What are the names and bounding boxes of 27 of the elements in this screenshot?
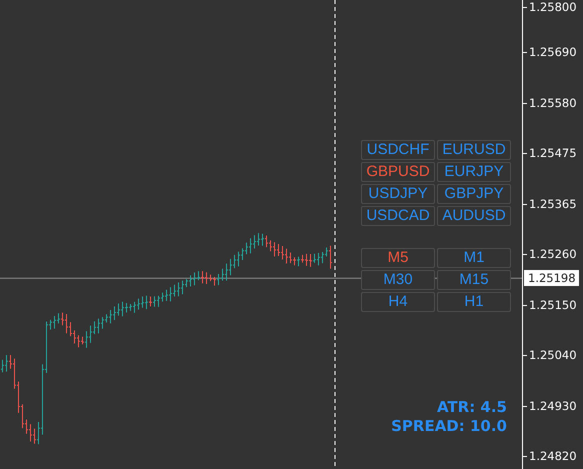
price-label: 1.25150 (529, 296, 577, 312)
price-label: 1.25690 (529, 44, 577, 60)
symbol-button[interactable]: AUDUSD (437, 206, 511, 226)
symbol-button[interactable]: GBPJPY (437, 184, 511, 204)
price-label: 1.25365 (529, 196, 577, 212)
current-price-tag: 1.25198 (524, 270, 579, 286)
price-label: 1.25475 (529, 145, 577, 161)
timeframe-button[interactable]: H4 (361, 292, 435, 312)
price-label: 1.25800 (529, 0, 577, 15)
timeframe-button[interactable]: M1 (437, 248, 511, 268)
symbol-button[interactable]: EURUSD (437, 140, 511, 160)
timeframe-button[interactable]: M30 (361, 270, 435, 290)
symbol-button[interactable]: GBPUSD (361, 162, 435, 182)
price-label: 1.25260 (529, 246, 577, 262)
symbol-button[interactable]: USDCHF (361, 140, 435, 160)
symbol-button[interactable]: EURJPY (437, 162, 511, 182)
timeframe-button[interactable]: H1 (437, 292, 511, 312)
symbol-button[interactable]: USDCAD (361, 206, 435, 226)
price-label: 1.24820 (529, 448, 577, 464)
price-label: 1.25580 (529, 94, 577, 110)
price-label: 1.25040 (529, 347, 577, 363)
timeframe-button[interactable]: M5 (361, 248, 435, 268)
timeframe-button[interactable]: M15 (437, 270, 511, 290)
price-label: 1.24930 (529, 398, 577, 414)
symbol-button[interactable]: USDJPY (361, 184, 435, 204)
indicator-value: ATR: 4.5 (436, 398, 507, 417)
indicator-value: SPREAD: 10.0 (391, 417, 507, 436)
